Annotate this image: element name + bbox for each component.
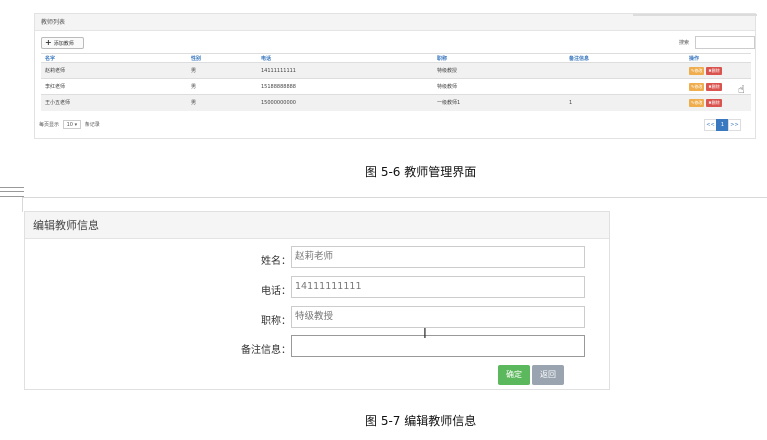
edit-button[interactable]: ✎修改: [689, 82, 705, 91]
pager-next-button[interactable]: >>: [728, 119, 741, 131]
phone-label: 电话：: [261, 286, 291, 297]
name-label: 姓名：: [261, 256, 291, 267]
column-header-name[interactable]: 名字: [41, 53, 187, 63]
column-header-gender[interactable]: 性别: [187, 53, 257, 63]
cell-gender: 男: [187, 62, 257, 79]
plus-icon: +: [45, 38, 52, 47]
delete-label: 删除: [711, 83, 720, 89]
search-label: 搜索: [679, 40, 690, 46]
pagination: << 1 >>: [704, 119, 741, 131]
page-edge-mark: [0, 187, 24, 197]
search-input[interactable]: [695, 36, 755, 49]
cell-name: 赵莉老师: [41, 62, 187, 79]
panel-title: 教师列表: [35, 14, 755, 31]
edit-label: 修改: [694, 99, 703, 105]
cell-name: 李红老师: [41, 78, 187, 95]
page-size-prefix: 每页显示: [39, 122, 60, 128]
teacher-list-panel: 教师列表 + 添加教师 搜索 名字 性别 电话 职称 备注信息 操作 赵莉老师 男…: [34, 13, 757, 139]
panel-top-decoration: [633, 14, 757, 16]
caret-down-icon: ▾: [74, 122, 78, 128]
cell-note: [565, 78, 685, 95]
edit-label: 修改: [694, 67, 703, 73]
page-size-control: 每页显示 10 ▾ 条记录: [39, 120, 100, 129]
edit-teacher-panel: 编辑教师信息 姓名： 赵莉老师 电话： 14111111111 职称： 特级教授…: [24, 211, 610, 390]
column-header-actions: 操作: [685, 53, 751, 63]
edit-label: 修改: [694, 83, 703, 89]
table-row: 李红老师 男 15188888888 特级教师 ✎修改 ✖删除: [41, 78, 751, 95]
table-header-row: 名字 性别 电话 职称 备注信息 操作: [41, 53, 751, 63]
cell-note: [565, 62, 685, 79]
cell-actions: ✎修改 ✖删除: [685, 62, 751, 79]
cell-title: 特级教师: [433, 78, 565, 95]
column-header-phone[interactable]: 电话: [257, 53, 433, 63]
cell-note: 1: [565, 94, 685, 111]
edit-button[interactable]: ✎修改: [689, 66, 705, 75]
note-label: 备注信息：: [241, 345, 291, 356]
cell-phone: 15188888888: [257, 78, 433, 95]
cell-name: 王小五老师: [41, 94, 187, 111]
add-teacher-button[interactable]: + 添加教师: [41, 37, 84, 49]
edit-button[interactable]: ✎修改: [689, 98, 705, 107]
title-field[interactable]: 特级教授: [291, 306, 585, 328]
figure-caption-5-7: 图 5-7 编辑教师信息: [365, 414, 477, 428]
add-teacher-label: 添加教师: [53, 41, 74, 47]
table-row: 王小五老师 男 15000000000 一级教师1 1 ✎修改 ✖删除: [41, 94, 751, 111]
cell-phone: 14111111111: [257, 62, 433, 79]
page-margin-line: [22, 197, 23, 212]
delete-button[interactable]: ✖删除: [706, 98, 722, 107]
page-size-value: 10: [66, 122, 73, 128]
delete-label: 删除: [711, 99, 720, 105]
cell-gender: 男: [187, 78, 257, 95]
cell-gender: 男: [187, 94, 257, 111]
column-header-note[interactable]: 备注信息: [565, 53, 685, 63]
title-label: 职称：: [261, 316, 291, 327]
delete-button[interactable]: ✖删除: [706, 82, 722, 91]
text-cursor-icon: I: [423, 327, 427, 342]
figure-caption-5-6: 图 5-6 教师管理界面: [365, 165, 477, 179]
note-field[interactable]: [291, 335, 585, 357]
phone-field[interactable]: 14111111111: [291, 276, 585, 298]
name-field[interactable]: 赵莉老师: [291, 246, 585, 268]
back-button[interactable]: 返回: [532, 365, 564, 385]
hand-cursor-icon: ☝: [738, 83, 745, 96]
delete-label: 删除: [711, 67, 720, 73]
page-divider: [22, 197, 767, 198]
delete-button[interactable]: ✖删除: [706, 66, 722, 75]
confirm-button[interactable]: 确定: [498, 365, 530, 385]
page-edge-mark-middle: [0, 191, 24, 192]
table-row: 赵莉老师 男 14111111111 特级教授 ✎修改 ✖删除: [41, 62, 751, 79]
panel-title: 编辑教师信息: [25, 212, 609, 239]
page-size-select[interactable]: 10 ▾: [62, 120, 82, 129]
cell-title: 一级教师1: [433, 94, 565, 111]
cell-actions: ✎修改 ✖删除: [685, 94, 751, 111]
teacher-table: 名字 性别 电话 职称 备注信息 操作 赵莉老师 男 14111111111 特…: [41, 53, 751, 111]
page-size-suffix: 条记录: [84, 122, 100, 128]
column-header-title[interactable]: 职称: [433, 53, 565, 63]
cell-title: 特级教授: [433, 62, 565, 79]
cell-phone: 15000000000: [257, 94, 433, 111]
